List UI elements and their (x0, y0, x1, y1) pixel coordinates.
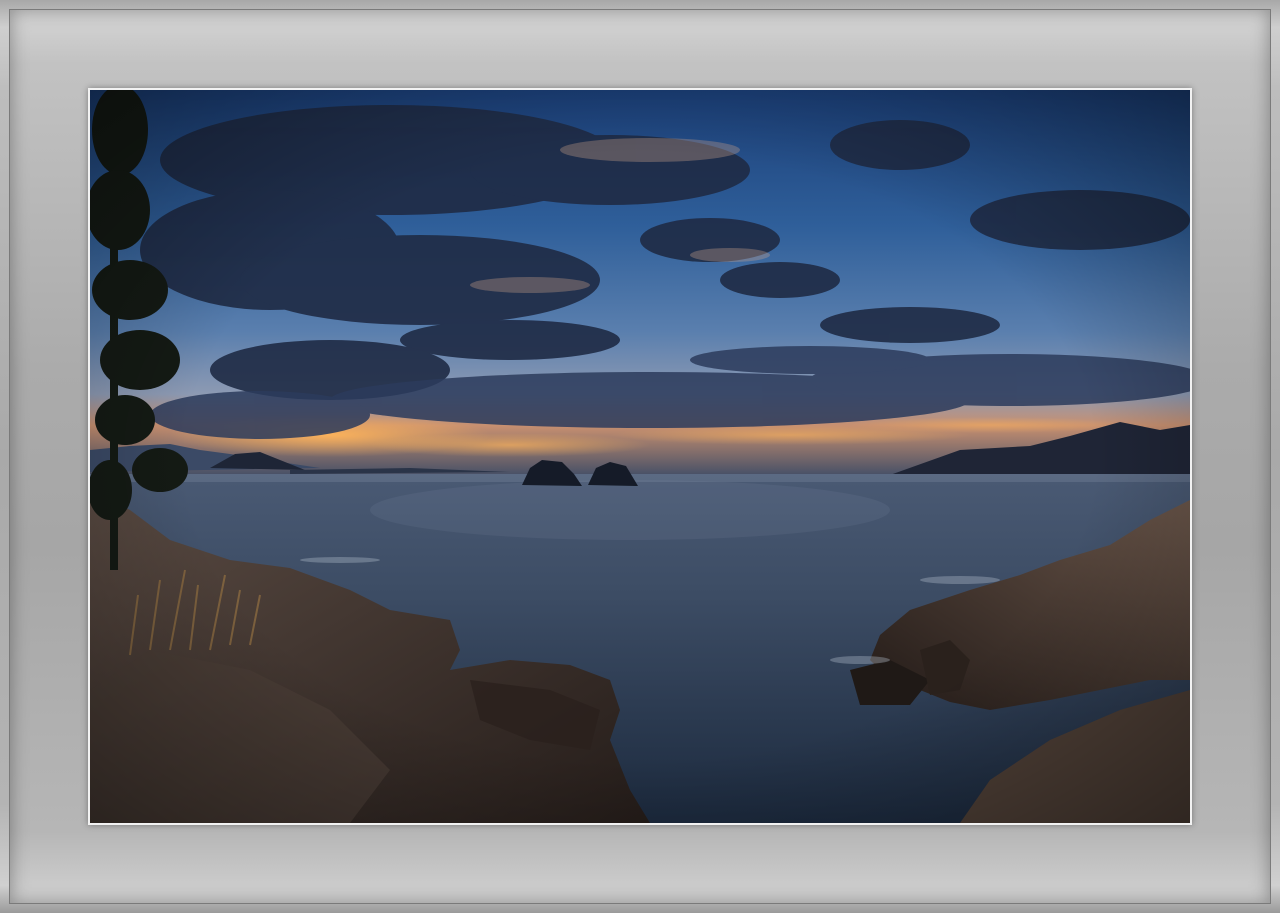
seascape-photo (90, 90, 1190, 823)
seascape-illustration (90, 90, 1190, 823)
picture-frame (0, 0, 1280, 913)
